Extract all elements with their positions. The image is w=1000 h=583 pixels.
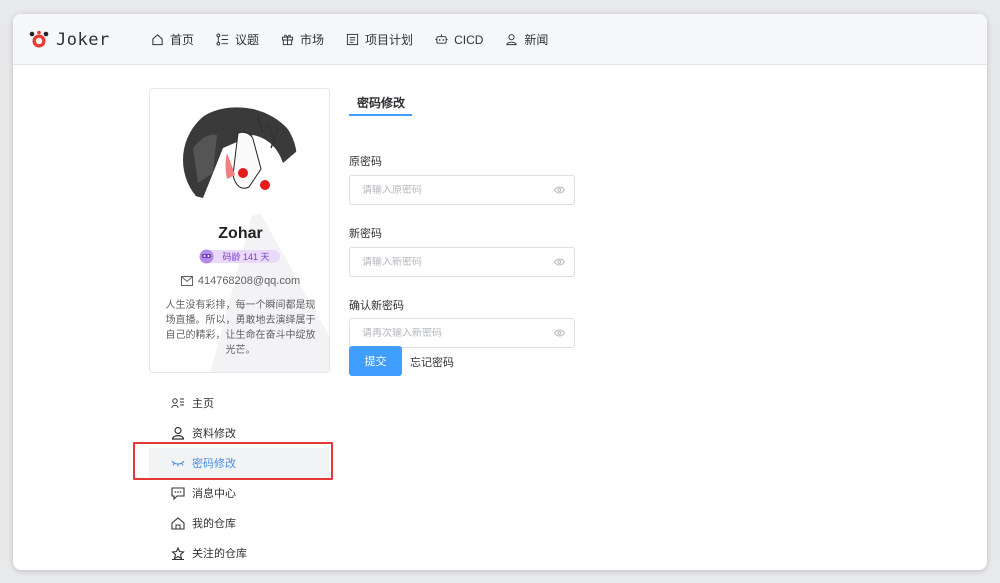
tab-active-underline	[349, 114, 412, 116]
badge-face-icon	[199, 249, 214, 264]
nav-item-issues[interactable]: 议题	[216, 31, 259, 48]
side-menu-label: 主页	[192, 398, 214, 410]
nav-item-label: CICD	[454, 32, 484, 47]
forgot-password-link[interactable]: 忘记密码	[410, 354, 454, 370]
person-icon	[171, 426, 185, 440]
calendar-icon	[346, 33, 359, 46]
side-menu: 主页 资料修改 密码修改 消息中心 我的仓库 关注的仓库	[149, 388, 330, 568]
star-house-icon	[171, 546, 185, 560]
house-icon	[171, 516, 185, 530]
browser-window: Joker 首页 议题 市场 项目计划 CICD 新闻 Zohar 码龄 141…	[13, 14, 987, 570]
nav-item-label: 议题	[235, 33, 260, 47]
old-password-label: 原密码	[349, 156, 382, 168]
profile-card: Zohar 码龄 141 天 414768208@qq.com 人生没有彩排，每…	[149, 88, 330, 373]
confirm-password-input[interactable]	[362, 327, 542, 339]
side-menu-label: 我的仓库	[192, 518, 236, 530]
id-card-icon	[171, 398, 184, 409]
side-menu-label: 密码修改	[192, 458, 236, 470]
main-nav: 首页 议题 市场 项目计划 CICD 新闻	[151, 14, 570, 65]
confirm-password-field[interactable]	[349, 318, 575, 348]
side-menu-item-home[interactable]: 主页	[149, 388, 330, 418]
new-password-field[interactable]	[349, 247, 575, 277]
home-icon	[152, 34, 163, 46]
code-age-text: 码龄 141 天	[222, 252, 270, 262]
tab-title: 密码修改	[357, 96, 406, 110]
side-menu-label: 消息中心	[192, 488, 236, 500]
old-password-input[interactable]	[362, 184, 542, 196]
mail-icon	[180, 276, 193, 286]
nav-item-label: 首页	[170, 33, 195, 47]
user-name: Zohar	[218, 225, 263, 242]
new-password-input[interactable]	[362, 256, 542, 268]
user-icon	[506, 34, 518, 46]
nav-item-market[interactable]: 市场	[281, 31, 324, 48]
eye-icon[interactable]	[554, 329, 565, 337]
side-menu-item-profile-edit[interactable]: 资料修改	[149, 418, 330, 448]
joker-logo-icon	[29, 30, 49, 50]
confirm-password-label: 确认新密码	[349, 300, 404, 312]
tab-password-change[interactable]: 密码修改	[349, 94, 413, 116]
nav-item-label: 新闻	[524, 33, 549, 47]
top-navbar: Joker 首页 议题 市场 项目计划 CICD 新闻	[13, 14, 987, 65]
nav-item-label: 市场	[300, 33, 325, 47]
nav-item-project-plan[interactable]: 项目计划	[346, 31, 413, 48]
code-age-badge: 码龄 141 天	[199, 249, 280, 264]
settings-page: Zohar 码龄 141 天 414768208@qq.com 人生没有彩排，每…	[13, 65, 987, 570]
logo-text: Joker	[56, 30, 110, 50]
gift-icon	[281, 34, 294, 46]
nav-item-label: 项目计划	[365, 33, 414, 47]
nav-item-news[interactable]: 新闻	[505, 31, 548, 48]
eye-icon[interactable]	[554, 258, 565, 266]
user-bio: 人生没有彩排，每一个瞬间都是现场直播。所以，勇敢地去演绎属于自己的精彩，让生命在…	[165, 300, 316, 356]
nav-item-cicd[interactable]: CICD	[435, 33, 483, 47]
eye-icon[interactable]	[554, 186, 565, 194]
side-menu-label: 资料修改	[192, 428, 236, 440]
new-password-label: 新密码	[349, 228, 382, 240]
side-menu-item-password[interactable]: 密码修改	[149, 448, 330, 478]
submit-button[interactable]: 提交	[349, 346, 402, 376]
robot-icon	[435, 34, 448, 44]
avatar[interactable]	[183, 103, 297, 217]
logo[interactable]: Joker	[29, 30, 110, 50]
closed-eye-icon	[171, 460, 185, 467]
list-icon	[216, 33, 229, 46]
old-password-field[interactable]	[349, 175, 575, 205]
side-menu-item-my-repos[interactable]: 我的仓库	[149, 508, 330, 538]
email-text: 414768208@qq.com	[197, 275, 301, 287]
message-icon	[171, 486, 185, 500]
email-row: 414768208@qq.com	[150, 275, 329, 287]
side-menu-item-messages[interactable]: 消息中心	[149, 478, 330, 508]
nav-item-home[interactable]: 首页	[151, 31, 194, 48]
side-menu-label: 关注的仓库	[192, 548, 247, 560]
side-menu-item-followed-repos[interactable]: 关注的仓库	[149, 538, 330, 568]
